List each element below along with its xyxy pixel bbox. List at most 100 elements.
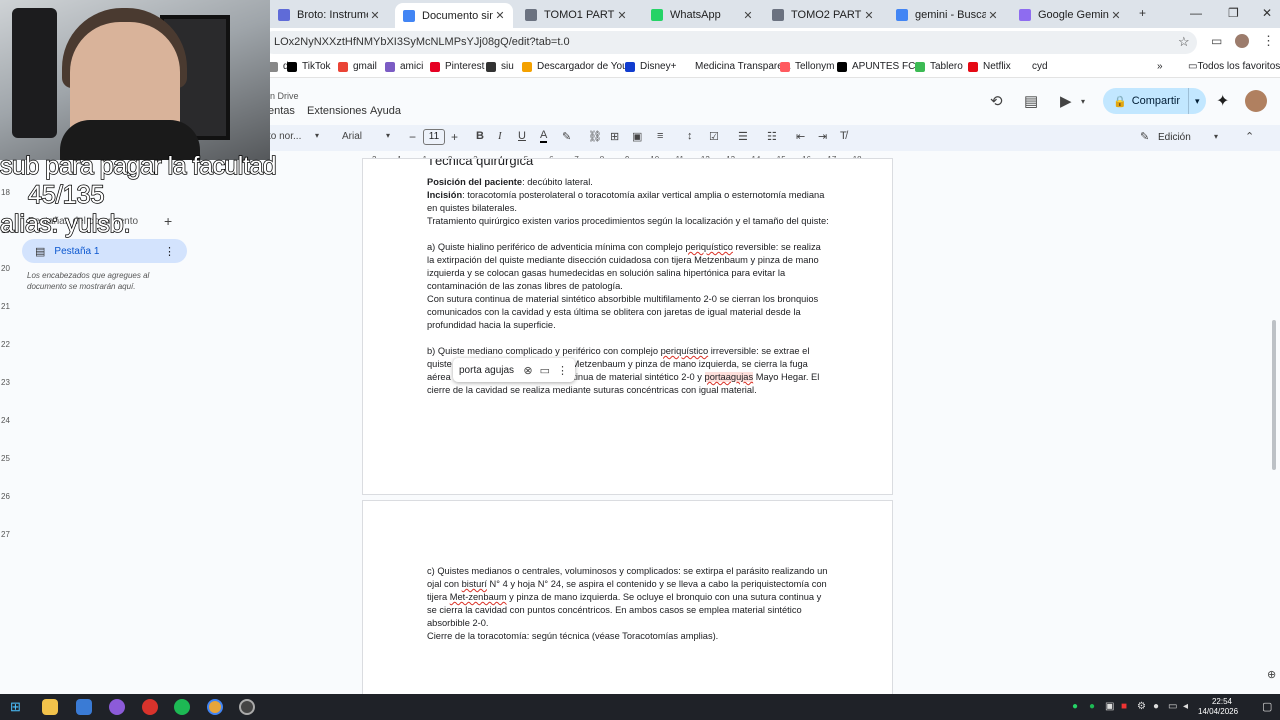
paragraph-incision[interactable]: Incisión: toracotomía posterolateral o t…	[427, 189, 829, 215]
bookmark-item[interactable]: Netflix	[968, 61, 1011, 72]
document-page-1[interactable]: Técnica quirúrgica Posición del paciente…	[362, 158, 893, 495]
browser-tab[interactable]: Documento sin título✕	[395, 3, 513, 28]
comment-icon[interactable]: ▤	[1024, 92, 1038, 110]
new-tab-icon[interactable]: +	[1139, 6, 1146, 20]
mode-dropdown-icon[interactable]: ▾	[1214, 132, 1218, 141]
close-tab-icon[interactable]: ✕	[862, 9, 876, 22]
style-dropdown-icon[interactable]: ▾	[315, 131, 319, 140]
font-size-input[interactable]: 11	[423, 129, 445, 145]
paragraph-suture[interactable]: Con sutura continua de material sintétic…	[427, 293, 829, 332]
add-comment-icon[interactable]: ⊞	[610, 130, 619, 143]
tab-options-icon[interactable]: ⋮	[164, 245, 175, 258]
misspelled-word[interactable]: Met-zenbaum	[450, 592, 507, 602]
paragraph-position[interactable]: Posición del paciente: decúbito lateral.	[427, 176, 829, 189]
bookmark-star-icon[interactable]: ☆	[1178, 34, 1190, 50]
all-bookmarks-folder[interactable]: ▭ Todos los favoritos	[1188, 61, 1280, 72]
bookmark-item[interactable]: Tellonym	[780, 61, 834, 72]
app-tray-icon[interactable]: ■	[1121, 701, 1127, 712]
increase-indent-icon[interactable]: ⇥	[818, 130, 827, 143]
browser-tab[interactable]: WhatsApp ✕	[643, 4, 761, 26]
close-tab-icon[interactable]: ✕	[1109, 9, 1123, 22]
share-button[interactable]: 🔒 Compartir ▾	[1103, 88, 1206, 114]
spotify-icon[interactable]	[174, 699, 190, 715]
store-icon[interactable]	[76, 699, 92, 715]
gemini-sparkle-icon[interactable]: ✦	[1216, 91, 1229, 111]
cast-icon[interactable]: ▭	[1211, 34, 1222, 48]
url-text[interactable]: LOx2NyNXXztHfNMYbXI3SyMcNLMPsYJj08gQ/edi…	[274, 36, 570, 48]
close-tab-icon[interactable]: ✕	[368, 9, 382, 22]
document-page-2[interactable]: c) Quistes medianos o centrales, volumin…	[362, 500, 893, 695]
spotify-tray-icon[interactable]: ●	[1089, 701, 1095, 712]
network-icon[interactable]: ▭	[1168, 701, 1177, 712]
misspelled-word[interactable]: periquístico	[685, 242, 733, 252]
dismiss-suggestion-icon[interactable]: ⊗	[523, 364, 532, 377]
bookmark-item[interactable]: Descargador de You...	[522, 61, 636, 72]
notifications-icon[interactable]: ▢	[1262, 700, 1272, 713]
drive-location[interactable]: n Drive	[270, 91, 299, 101]
bookmark-item[interactable]: siu	[486, 61, 514, 72]
taskbar-clock[interactable]: 22:54 14/04/2026	[1198, 697, 1238, 717]
checklist-icon[interactable]: ☑	[709, 130, 719, 143]
close-window-icon[interactable]: ✕	[1262, 6, 1272, 20]
bookmark-item[interactable]: TikTok	[287, 61, 331, 72]
bookmark-item[interactable]: gmail	[338, 61, 377, 72]
align-icon[interactable]: ≡	[657, 130, 663, 142]
browser-tab[interactable]: TOMO2 PART1.tif✕	[764, 4, 882, 26]
bookmark-item[interactable]: cyd	[1017, 61, 1048, 72]
suggestion-label[interactable]: porta agujas	[459, 365, 523, 376]
feedback-icon[interactable]: ▭	[540, 364, 550, 377]
profile-icon[interactable]	[1235, 34, 1249, 48]
bookmark-item[interactable]: Tablero	[915, 61, 963, 72]
vertical-ruler[interactable]: 18 19 20 21 22 23 24 25 26 27	[0, 160, 12, 690]
bookmark-item[interactable]: Medicina Transpare...	[680, 61, 791, 72]
browser-menu-icon[interactable]: ⋮	[1262, 33, 1275, 49]
editing-mode-select[interactable]: Edición	[1158, 132, 1191, 143]
bookmark-item[interactable]: d	[268, 61, 289, 72]
close-tab-icon[interactable]: ✕	[741, 9, 755, 22]
restore-icon[interactable]: ❐	[1228, 6, 1239, 20]
bullet-list-icon[interactable]: ☰	[738, 130, 748, 143]
bookmark-item[interactable]: Pinterest	[430, 61, 484, 72]
avatar[interactable]	[1245, 90, 1267, 112]
chrome-profile-icon[interactable]	[109, 699, 125, 715]
address-bar[interactable]: LOx2NyNXXztHfNMYbXI3SyMcNLMPsYJj08gQ/edi…	[262, 31, 1197, 54]
paragraph-c[interactable]: c) Quistes medianos o centrales, volumin…	[427, 565, 829, 630]
minimize-icon[interactable]: —	[1190, 6, 1202, 20]
discord-tray-icon[interactable]: ▣	[1105, 701, 1114, 712]
menu-help[interactable]: Ayuda	[370, 105, 401, 117]
bookmark-item[interactable]: amici	[385, 61, 423, 72]
paragraph-closure[interactable]: Cierre de la toracotomía: según técnica …	[427, 630, 829, 643]
start-icon[interactable]: ⊞	[10, 699, 21, 715]
app-red-icon[interactable]	[142, 699, 158, 715]
share-dropdown-icon[interactable]: ▾	[1195, 96, 1200, 107]
more-bookmarks-icon[interactable]: »	[1157, 61, 1163, 72]
browser-tab[interactable]: gemini - Buscar con G✕	[888, 4, 1006, 26]
menu-extensions[interactable]: Extensiones	[307, 105, 367, 117]
browser-tab[interactable]: Broto: Instrumentació✕	[270, 4, 388, 26]
mic-tray-icon[interactable]: ●	[1153, 701, 1159, 712]
menu-tools[interactable]: entas	[268, 105, 295, 117]
add-tab-icon[interactable]: +	[164, 213, 172, 229]
document-scrollbar[interactable]	[1272, 320, 1276, 470]
underline-icon[interactable]: U	[518, 130, 526, 142]
edit-mode-pencil-icon[interactable]: ✎	[1140, 130, 1149, 143]
insert-image-icon[interactable]: ▣	[632, 130, 642, 143]
font-select[interactable]: Arial	[342, 131, 362, 142]
decrease-indent-icon[interactable]: ⇤	[796, 130, 805, 143]
misspelled-word[interactable]: portaagujas	[704, 372, 754, 382]
text-color-icon[interactable]: A	[540, 130, 548, 143]
close-tab-icon[interactable]: ✕	[986, 9, 1000, 22]
numbered-list-icon[interactable]: ☷	[767, 130, 777, 143]
meet-icon[interactable]: ▶	[1060, 92, 1072, 110]
paragraph-treatment[interactable]: Tratamiento quirúrgico existen varios pr…	[427, 215, 829, 228]
chrome-icon[interactable]	[207, 699, 223, 715]
more-options-icon[interactable]: ⋮	[557, 364, 568, 377]
italic-icon[interactable]: I	[498, 130, 502, 142]
file-explorer-icon[interactable]	[42, 699, 58, 715]
chrome-active-icon[interactable]	[239, 699, 255, 715]
paragraph-a[interactable]: a) Quiste hialino periférico de adventic…	[427, 241, 829, 293]
misspelled-word[interactable]: periquístico	[661, 346, 709, 356]
bold-icon[interactable]: B	[476, 130, 484, 142]
whatsapp-tray-icon[interactable]: ●	[1072, 701, 1078, 712]
font-dropdown-icon[interactable]: ▾	[386, 131, 390, 140]
